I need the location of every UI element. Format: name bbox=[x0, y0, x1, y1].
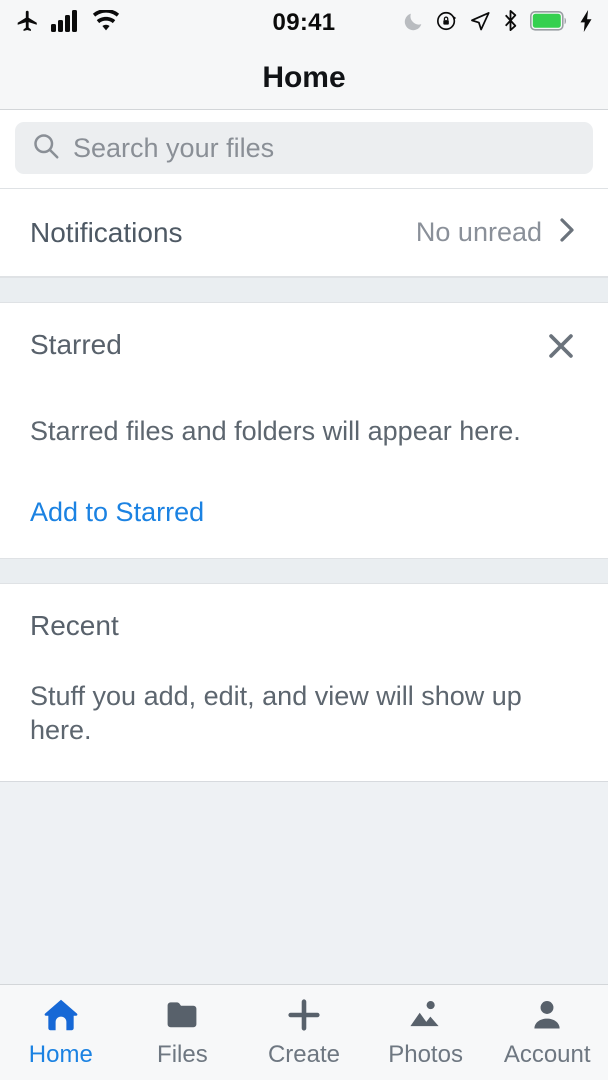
plus-icon bbox=[284, 996, 324, 1034]
search-input[interactable]: Search your files bbox=[15, 122, 593, 174]
search-icon bbox=[31, 131, 61, 166]
battery-icon bbox=[530, 10, 568, 36]
bluetooth-icon bbox=[502, 9, 519, 37]
home-icon bbox=[41, 996, 81, 1034]
rotation-lock-icon bbox=[436, 10, 458, 37]
recent-empty-text: Stuff you add, edit, and view will show … bbox=[30, 680, 522, 745]
notifications-row[interactable]: Notifications No unread bbox=[0, 189, 608, 277]
tab-label-files: Files bbox=[157, 1041, 208, 1068]
status-bar-right-icons bbox=[403, 0, 594, 46]
notifications-status: No unread bbox=[416, 215, 578, 250]
starred-header: Starred bbox=[30, 329, 578, 363]
close-x-icon[interactable] bbox=[544, 329, 578, 363]
status-bar-left-icons bbox=[14, 8, 120, 39]
section-separator-1 bbox=[0, 277, 608, 303]
search-placeholder: Search your files bbox=[73, 132, 275, 163]
do-not-disturb-moon-icon bbox=[403, 10, 425, 37]
notifications-label: Notifications bbox=[30, 216, 183, 248]
tab-label-home: Home bbox=[28, 1041, 93, 1068]
recent-title: Recent bbox=[30, 609, 119, 641]
empty-content-area bbox=[0, 782, 608, 984]
tab-account[interactable]: Account bbox=[486, 985, 608, 1080]
tab-label-photos: Photos bbox=[388, 1041, 463, 1068]
starred-title: Starred bbox=[30, 329, 122, 360]
tab-create[interactable]: Create bbox=[243, 985, 365, 1080]
airplane-mode-icon bbox=[14, 8, 40, 39]
tab-photos[interactable]: Photos bbox=[365, 985, 487, 1080]
image-icon bbox=[406, 996, 446, 1034]
cellular-signal-icon bbox=[51, 9, 81, 37]
starred-section: Starred Starred files and folders will a… bbox=[0, 303, 608, 558]
notifications-value: No unread bbox=[415, 217, 542, 247]
page-title: Home bbox=[262, 60, 346, 94]
section-separator-2 bbox=[0, 557, 608, 584]
recent-header: Recent bbox=[30, 610, 578, 642]
app-screen: 09:41 Home Search your files Notificatio… bbox=[0, 0, 608, 1080]
tab-files[interactable]: Files bbox=[122, 985, 244, 1080]
location-arrow-icon bbox=[469, 10, 491, 37]
tab-home[interactable]: Home bbox=[0, 985, 122, 1080]
wifi-icon bbox=[92, 9, 120, 36]
tab-label-account: Account bbox=[503, 1041, 591, 1068]
chevron-right-icon bbox=[556, 215, 578, 250]
navigation-bar: Home bbox=[0, 46, 608, 110]
starred-empty-text: Starred files and folders will appear he… bbox=[30, 416, 521, 446]
search-bar-container: Search your files bbox=[0, 110, 608, 189]
charging-bolt-icon bbox=[579, 9, 594, 37]
add-to-starred-link[interactable]: Add to Starred bbox=[30, 497, 578, 528]
person-icon bbox=[528, 996, 566, 1034]
status-bar: 09:41 bbox=[0, 0, 608, 46]
tab-label-create: Create bbox=[267, 1041, 340, 1068]
bottom-tab-bar: Home Files Create Photos Account bbox=[0, 984, 608, 1080]
folder-icon bbox=[163, 996, 201, 1034]
recent-section: Recent Stuff you add, edit, and view wil… bbox=[0, 583, 608, 783]
